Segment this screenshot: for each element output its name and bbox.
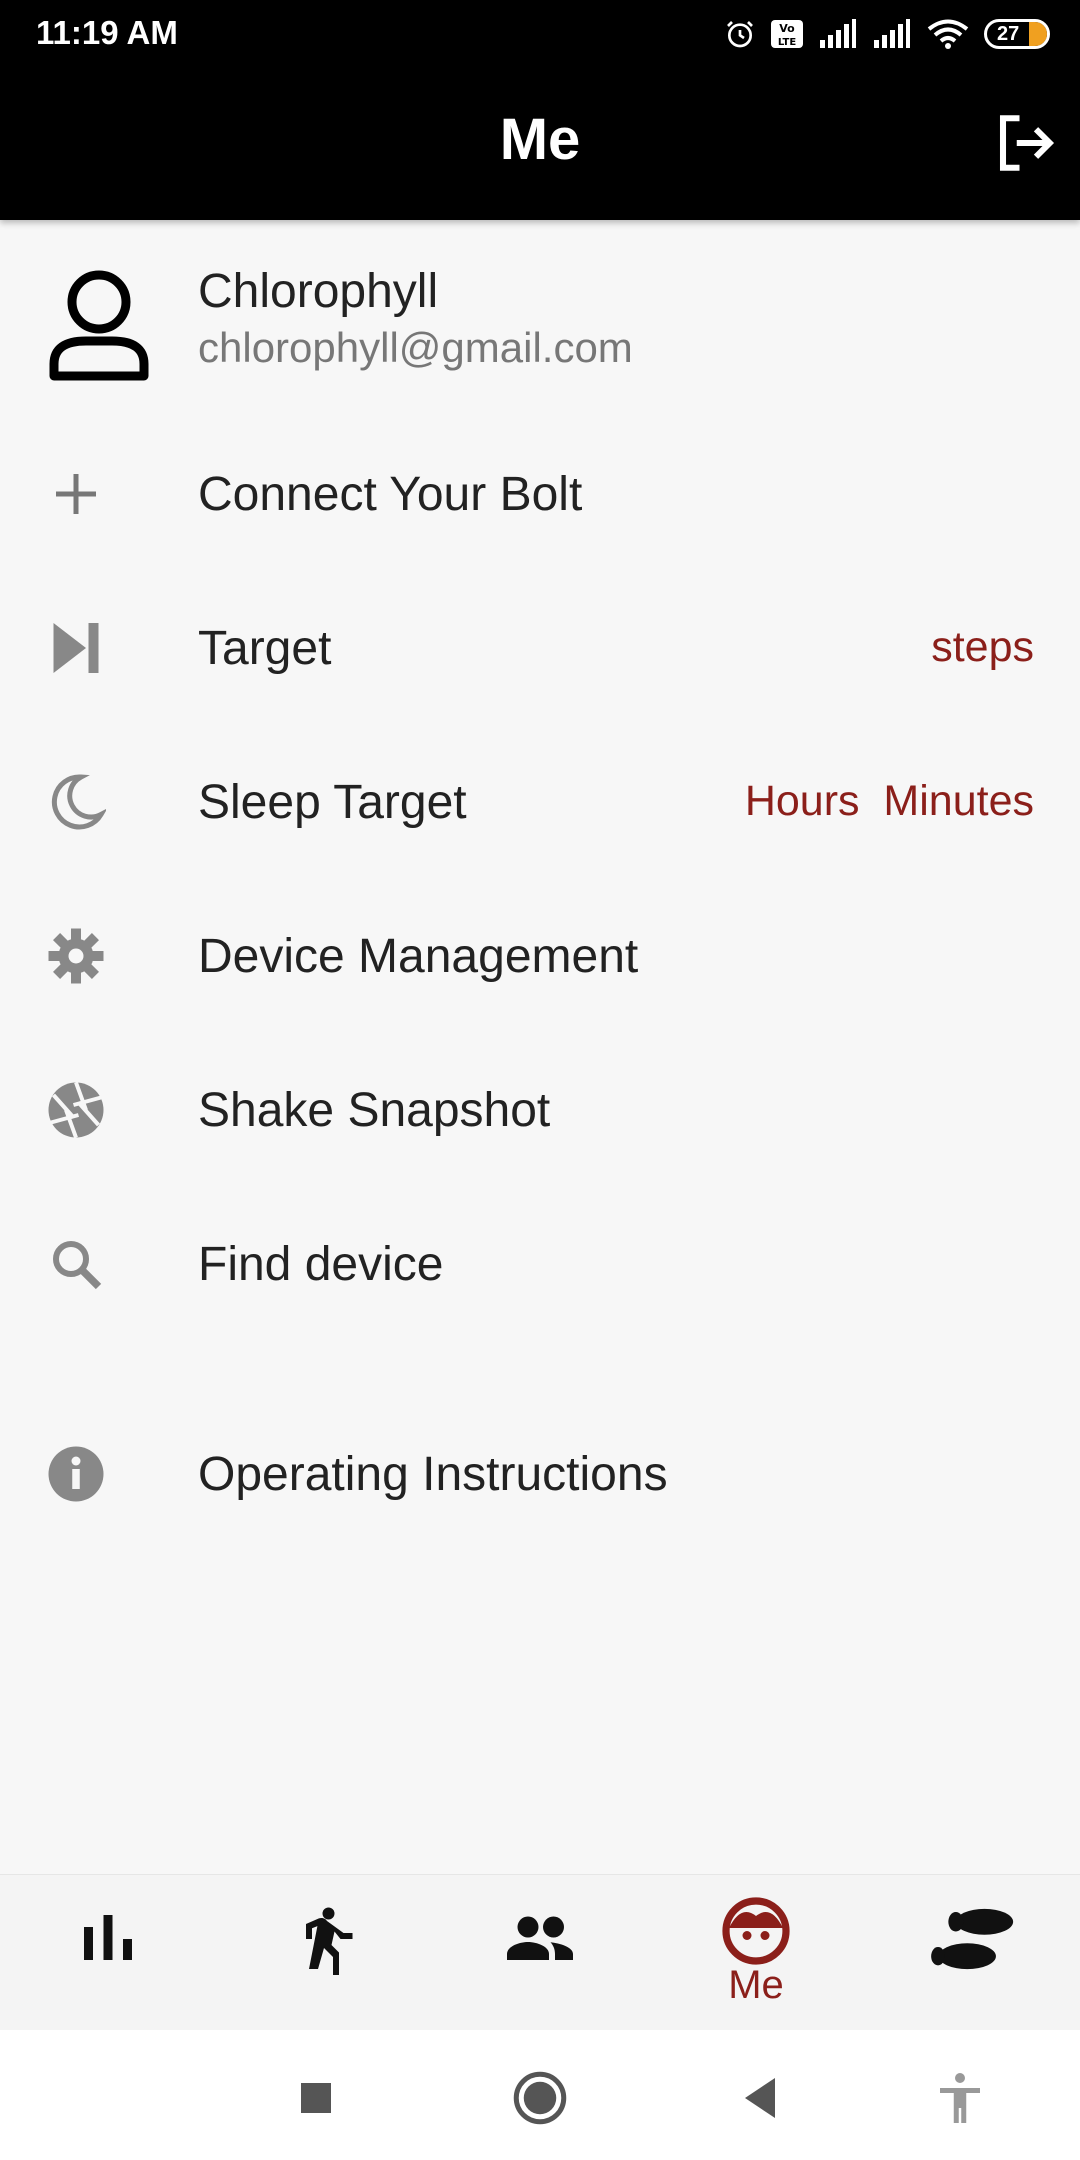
menu-label: Sleep Target <box>198 776 467 829</box>
moon-icon <box>51 774 106 830</box>
menu-item-sleep-target[interactable]: Sleep Target Hours Minutes <box>0 725 1080 879</box>
gear-icon <box>48 928 104 984</box>
menu-item-find-device[interactable]: Find device <box>0 1187 1080 1341</box>
back-icon <box>745 2078 775 2118</box>
nav-label-me: Me <box>728 1963 784 2007</box>
menu-item-operating-instructions[interactable]: Operating Instructions <box>0 1397 1080 1551</box>
svg-text:Vo: Vo <box>779 22 795 35</box>
target-value: steps <box>931 623 1034 671</box>
wifi-icon <box>927 19 969 49</box>
person-icon <box>49 270 149 381</box>
home-icon <box>513 2071 567 2125</box>
status-icons: Vo LTE 27 <box>724 14 1050 54</box>
menu-label: Device Management <box>198 930 639 983</box>
bottom-nav: Me <box>0 1874 1080 2031</box>
logout-icon <box>999 115 1055 171</box>
face-icon <box>722 1897 790 1965</box>
nav-item-activity[interactable] <box>216 1875 432 2031</box>
status-time: 11:19 AM <box>36 14 178 51</box>
page-title: Me <box>499 107 581 172</box>
logout-button[interactable] <box>992 110 1058 176</box>
menu-label: Target <box>198 622 332 675</box>
system-nav-bar <box>0 2030 1080 2160</box>
status-bar: 11:19 AM Vo LTE 27 <box>0 0 1080 66</box>
svg-text:LTE: LTE <box>778 37 797 48</box>
nav-item-stats[interactable] <box>0 1875 216 2031</box>
back-button[interactable] <box>730 2068 790 2128</box>
battery-icon: 27 <box>984 19 1050 49</box>
plus-icon <box>56 474 96 514</box>
menu-label: Find device <box>198 1238 444 1291</box>
nav-item-me[interactable]: Me <box>648 1875 864 2031</box>
recents-button[interactable] <box>286 2068 346 2128</box>
menu-label: Shake Snapshot <box>198 1084 551 1137</box>
menu-label: Connect Your Bolt <box>198 468 583 521</box>
menu-item-connect-bolt[interactable]: Connect Your Bolt <box>0 417 1080 571</box>
menu-item-target[interactable]: Target steps <box>0 571 1080 725</box>
nav-item-footprints[interactable] <box>864 1875 1080 2031</box>
nav-item-friends[interactable] <box>432 1875 648 2031</box>
menu-item-device-management[interactable]: Device Management <box>0 879 1080 1033</box>
sleep-target-value: Hours Minutes <box>744 777 1034 825</box>
profile-email: chlorophyll@gmail.com <box>198 324 633 371</box>
menu-item-shake-snapshot[interactable]: Shake Snapshot <box>0 1033 1080 1187</box>
camera-shutter-icon <box>48 1081 104 1139</box>
accessibility-icon <box>940 2073 980 2123</box>
alarm-icon <box>727 21 753 48</box>
battery-level: 27 <box>997 23 1020 45</box>
skip-next-icon <box>53 623 99 673</box>
people-icon <box>507 1916 573 1960</box>
footprints-icon <box>931 1908 1014 1970</box>
signal-icon <box>820 19 856 48</box>
search-icon <box>53 1241 102 1290</box>
profile-name: Chlorophyll <box>198 265 439 318</box>
signal-icon <box>874 19 910 48</box>
home-button[interactable] <box>510 2068 570 2128</box>
walking-icon <box>306 1907 353 1975</box>
bar-chart-icon <box>84 1915 132 1960</box>
accessibility-button[interactable] <box>930 2068 990 2128</box>
profile-row[interactable]: Chlorophyll chlorophyll@gmail.com <box>0 220 1080 430</box>
volte-icon: Vo LTE <box>771 20 803 48</box>
info-icon <box>48 1446 104 1502</box>
menu-label: Operating Instructions <box>198 1448 668 1501</box>
recents-icon <box>301 2083 331 2113</box>
app-bar: Me <box>0 66 1080 220</box>
